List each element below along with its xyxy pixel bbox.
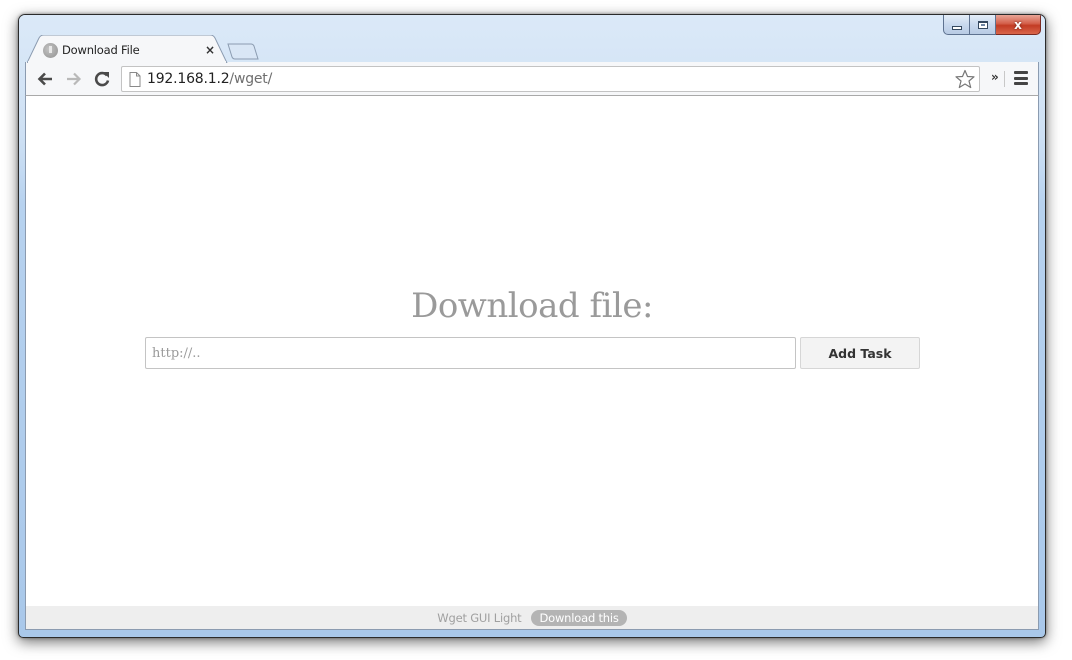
- add-task-button[interactable]: Add Task: [800, 337, 920, 369]
- browser-window: x Download File × 192.168.1.2/wget/ » Do…: [18, 14, 1046, 638]
- new-tab-button[interactable]: [227, 43, 259, 60]
- url-text[interactable]: 192.168.1.2/wget/: [147, 71, 272, 87]
- tab-content[interactable]: Download File ×: [43, 41, 223, 59]
- minimize-icon: [951, 25, 962, 30]
- browser-toolbar: 192.168.1.2/wget/ »: [25, 62, 1039, 96]
- tab-title: Download File: [62, 43, 140, 57]
- reload-icon: [94, 71, 110, 87]
- hamburger-icon-line: [1014, 82, 1028, 85]
- footer-brand: Wget GUI Light: [437, 610, 522, 625]
- toolbar-divider: [1004, 71, 1005, 87]
- maximize-icon: [977, 20, 988, 29]
- minimize-button[interactable]: [943, 15, 970, 35]
- forward-button[interactable]: [63, 68, 85, 90]
- back-arrow-icon: [37, 72, 52, 86]
- tab-close-icon[interactable]: ×: [205, 41, 215, 59]
- url-path: /wget/: [229, 71, 273, 87]
- window-caption-buttons: x: [943, 15, 1041, 35]
- extensions-overflow-icon[interactable]: »: [991, 70, 999, 84]
- download-this-link[interactable]: Download this: [531, 609, 627, 626]
- back-button[interactable]: [34, 68, 56, 90]
- page-footer: Wget GUI Light Download this: [25, 606, 1039, 630]
- bookmark-star-icon[interactable]: [954, 69, 976, 89]
- page-title: Download file:: [411, 286, 653, 326]
- tab-strip: Download File ×: [25, 35, 625, 63]
- maximize-button[interactable]: [970, 15, 996, 35]
- address-bar[interactable]: 192.168.1.2/wget/: [121, 66, 980, 92]
- page-content: Download file: Add Task: [25, 96, 1039, 606]
- globe-icon: [43, 42, 58, 58]
- hamburger-icon-line: [1014, 76, 1028, 80]
- hamburger-icon-line: [1014, 71, 1028, 74]
- browser-menu-button[interactable]: [1014, 71, 1028, 85]
- download-url-input[interactable]: [145, 337, 796, 369]
- close-window-button[interactable]: x: [996, 15, 1041, 35]
- page-icon: [129, 72, 141, 87]
- url-host: 192.168.1.2: [147, 71, 230, 87]
- reload-button[interactable]: [91, 68, 113, 90]
- forward-arrow-icon: [67, 72, 82, 86]
- close-icon: x: [1014, 17, 1022, 32]
